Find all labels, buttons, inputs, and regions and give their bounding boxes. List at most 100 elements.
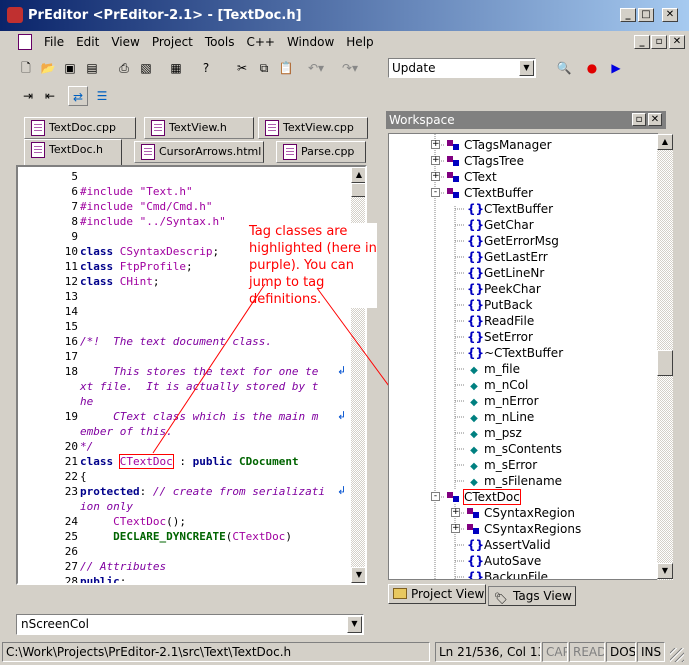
tree-item-label: CSyntaxRegions [484,522,582,536]
tree-item[interactable]: {}AssertValid [467,537,551,553]
resize-grip[interactable] [670,648,684,662]
tree-item-label: GetLastErr [484,250,548,264]
tree-item[interactable]: CTextBuffer [447,185,533,201]
tree-item[interactable]: CTagsManager [447,137,552,153]
tree-item[interactable]: {}BackupFile [467,569,549,580]
class-icon [467,507,481,520]
tree-item-label: GetErrorMsg [484,234,559,248]
expand-icon[interactable]: + [431,172,440,181]
tree-item-label: CTextBuffer [484,202,554,216]
expand-icon[interactable]: + [451,524,460,533]
workspace-tab-tags-view[interactable]: 🏷 Tags View [488,586,576,606]
tree-item-label: m_sContents [484,442,562,456]
tree-item[interactable]: CSyntaxRegion [467,505,575,521]
tree-item[interactable]: ◆ m_file [467,361,520,377]
function-icon: {} [467,314,485,328]
scroll-thumb[interactable] [657,350,673,376]
class-tree[interactable]: CTagsManager + CTagsTree + CText + CTextBuffer… [388,133,658,580]
tree-item-label: m_nCol [484,378,529,392]
class-icon [447,187,461,200]
tree-item[interactable]: {}PutBack [467,297,532,313]
tree-item[interactable]: {}ReadFile [467,313,534,329]
tree-item-label: ReadFile [484,314,535,328]
tree-item-label: m_sFilename [484,474,563,488]
tree-item[interactable]: CSyntaxRegions [467,521,581,537]
tree-item[interactable]: {}GetLineNr [467,265,544,281]
collapse-icon[interactable]: - [431,492,440,501]
symbol-combo-value: nScreenCol [21,617,89,631]
tree-item-label: CSyntaxRegion [484,506,575,520]
function-icon: {} [467,202,485,216]
tree-item[interactable]: ◆ m_nLine [467,409,534,425]
tree-item[interactable]: ◆ m_nCol [467,377,528,393]
function-icon: {} [467,250,485,264]
symbol-combo[interactable]: nScreenCol ▼ [16,614,364,635]
tree-item[interactable]: {}CTextBuffer [467,201,553,217]
tab-label: Project View [411,587,485,601]
chevron-down-icon[interactable]: ▼ [347,616,362,633]
function-icon: {} [467,554,485,568]
tree-item[interactable]: {}PeekChar [467,281,541,297]
function-icon: {} [467,346,485,360]
tree-item[interactable]: {}SetError [467,329,533,345]
tree-item[interactable]: ◆ m_sFilename [467,473,562,489]
tree-item[interactable]: ◆ m_sError [467,457,537,473]
status-dos: DOS [606,642,636,662]
function-icon: {} [467,330,485,344]
tree-item-label: CTextDoc [463,489,521,505]
function-icon: {} [467,266,485,280]
tree-item[interactable]: {}GetErrorMsg [467,233,559,249]
function-icon: {} [467,282,485,296]
tree-item[interactable]: ◆ m_nError [467,393,538,409]
tree-item[interactable]: {}AutoSave [467,553,541,569]
tree-item-label: CTagsTree [464,154,524,168]
tab-label: Tags View [513,589,572,603]
expand-icon[interactable]: + [451,508,460,517]
tree-item[interactable]: CTextDoc [447,489,521,505]
tree-item-label: SetError [484,330,533,344]
tree-item-label: GetChar [484,218,534,232]
tree-item-label: BackupFile [484,570,549,580]
tree-item[interactable]: {}GetChar [467,217,534,233]
tree-item-label: GetLineNr [484,266,545,280]
expand-icon[interactable]: + [431,140,440,149]
workspace-close-button[interactable]: ✕ [648,113,662,126]
tree-item-label: ~CTextBuffer [484,346,564,360]
function-icon: {} [467,298,485,312]
tree-item[interactable]: CTagsTree [447,153,524,169]
tree-item-label: m_nLine [484,410,535,424]
tree-item-label: m_sError [484,458,538,472]
workspace-title: Workspace [389,113,455,127]
tree-item[interactable]: ◆ m_sContents [467,441,562,457]
tree-item[interactable]: ◆ m_psz [467,425,522,441]
workspace-float-button[interactable]: ▫ [632,113,646,126]
folder-icon [393,588,407,599]
class-icon [447,139,461,152]
collapse-icon[interactable]: - [431,188,440,197]
function-icon: {} [467,218,485,232]
tree-scrollbar[interactable]: ▲ ▼ [657,134,673,580]
function-icon: {} [467,538,485,552]
scroll-down-button[interactable]: ▼ [657,563,673,579]
tree-item-label: AssertValid [484,538,551,552]
class-icon [447,491,461,504]
tree-item-label: CText [464,170,497,184]
tree-item-label: CTextBuffer [464,186,534,200]
expand-icon[interactable]: + [431,156,440,165]
tree-item[interactable]: {}~CTextBuffer [467,345,563,361]
tree-item-label: CTagsManager [464,138,552,152]
tree-item[interactable]: {}GetLastErr [467,249,548,265]
status-read: READ [569,642,605,662]
status-cap: CAP [542,642,568,662]
workspace-tab-project-view[interactable]: Project View [388,584,486,604]
tree-item-label: AutoSave [484,554,542,568]
tree-item[interactable]: CText [447,169,497,185]
class-icon [447,155,461,168]
tag-icon: 🏷 [494,592,508,605]
function-icon: {} [467,570,485,580]
status-position: Ln 21/536, Col 13 [435,642,541,662]
workspace-header: Workspace ▫ ✕ [386,111,666,129]
tree-item-label: PeekChar [484,282,541,296]
tree-item-label: PutBack [484,298,533,312]
scroll-up-button[interactable]: ▲ [657,134,673,150]
